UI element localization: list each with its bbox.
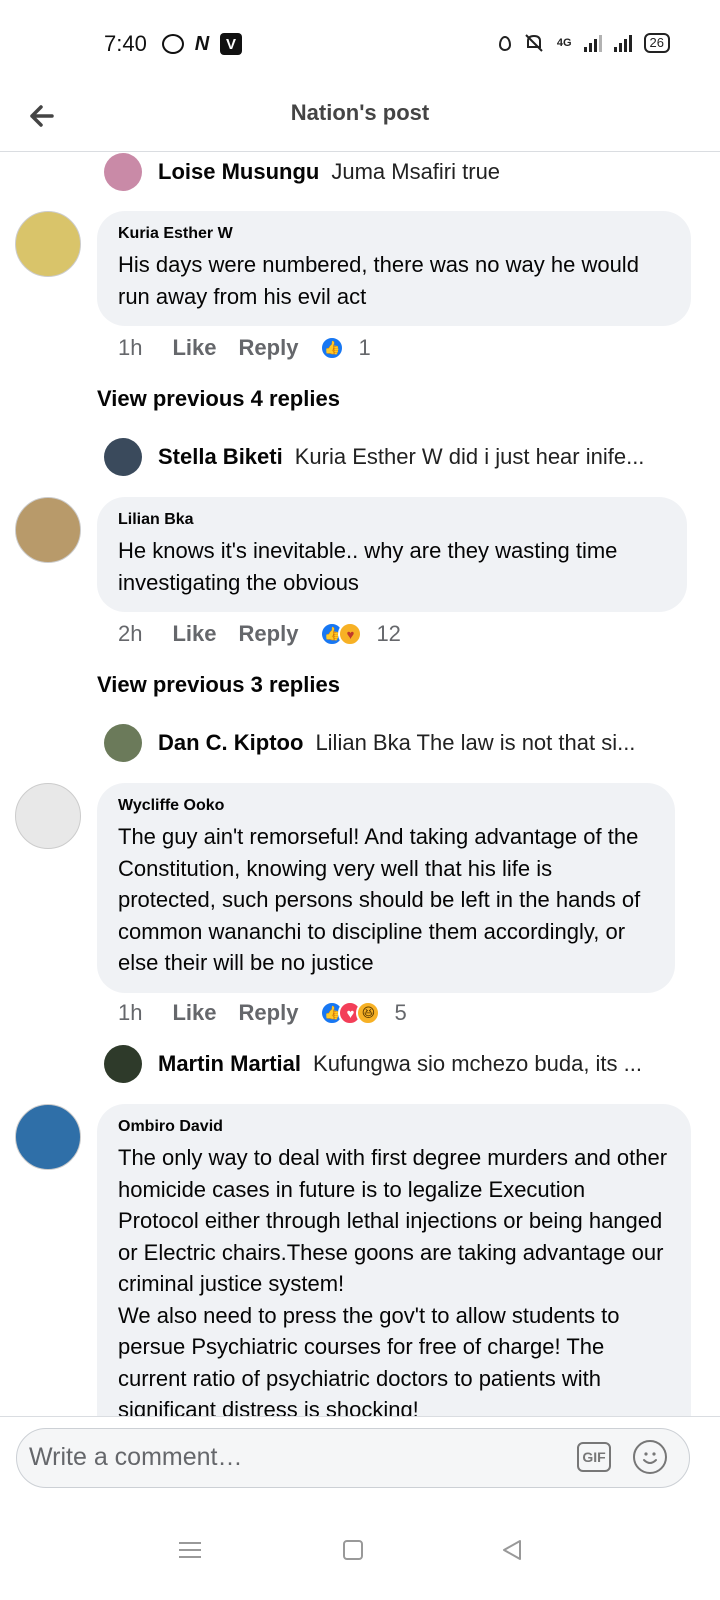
comment-actions: 1h Like Reply 👍 ♥ 😆 5 bbox=[118, 1000, 407, 1026]
comment-text: The guy ain't remorseful! And taking adv… bbox=[118, 824, 641, 975]
reply-text: Juma Msafiri true bbox=[331, 159, 501, 184]
reply-button[interactable]: Reply bbox=[239, 621, 299, 647]
comment-composer: GIF bbox=[0, 1416, 720, 1506]
reply-author[interactable]: Martin Martial bbox=[158, 1051, 301, 1077]
avatar[interactable] bbox=[15, 783, 81, 849]
reply-preview[interactable]: Martin Martial Kufungwa sio mchezo buda,… bbox=[104, 1045, 642, 1083]
reply-button[interactable]: Reply bbox=[239, 1000, 299, 1026]
menu-icon bbox=[179, 1542, 201, 1558]
like-button[interactable]: Like bbox=[172, 1000, 216, 1026]
avatar[interactable] bbox=[104, 438, 142, 476]
comment-author[interactable]: Lilian Bka bbox=[118, 511, 667, 529]
reply-text: Lilian Bka The law is not that si... bbox=[315, 730, 636, 755]
page-title: Nation's post bbox=[290, 100, 430, 125]
status-time: 7:40 bbox=[104, 31, 147, 56]
reply-text: Kuria Esther W did i just hear inife... bbox=[294, 444, 645, 469]
care-reaction-icon: ♥ bbox=[338, 622, 363, 646]
comment-bubble[interactable]: Wycliffe Ooko The guy ain't remorseful! … bbox=[97, 783, 675, 993]
triangle-back-icon bbox=[503, 1540, 521, 1560]
comment-time[interactable]: 2h bbox=[118, 621, 142, 647]
comment-text: His days were numbered, there was no way… bbox=[118, 252, 639, 309]
data-saver-icon bbox=[498, 35, 511, 51]
nav-back-button[interactable] bbox=[490, 1528, 534, 1572]
gif-label: GIF bbox=[582, 1449, 606, 1465]
smile-icon bbox=[643, 1452, 657, 1464]
reply-author[interactable]: Stella Biketi bbox=[158, 444, 283, 470]
notification-n-icon: N bbox=[194, 32, 210, 55]
avatar[interactable] bbox=[15, 497, 81, 563]
reply-preview[interactable]: Dan C. Kiptoo Lilian Bka The law is not … bbox=[104, 724, 635, 762]
avatar[interactable] bbox=[104, 724, 142, 762]
home-button[interactable] bbox=[331, 1528, 375, 1572]
avatar[interactable] bbox=[104, 1045, 142, 1083]
comment-time[interactable]: 1h bbox=[118, 1000, 142, 1026]
like-button[interactable]: Like bbox=[172, 621, 216, 647]
square-icon bbox=[343, 1540, 363, 1560]
comment-actions: 2h Like Reply 👍 ♥ 12 bbox=[118, 621, 401, 647]
view-previous-replies[interactable]: View previous 3 replies bbox=[97, 672, 340, 698]
signal-2-icon bbox=[613, 34, 632, 52]
comment-text: He knows it's inevitable.. why are they … bbox=[118, 538, 618, 595]
reply-preview[interactable]: Loise Musungu Juma Msafiri true bbox=[104, 153, 500, 191]
battery-level: 26 bbox=[649, 35, 664, 50]
notification-v-icon: V bbox=[220, 33, 242, 55]
status-icons: 4G 26 bbox=[498, 33, 670, 53]
reply-button[interactable]: Reply bbox=[239, 335, 299, 361]
signal-icon bbox=[583, 34, 602, 52]
whatsapp-icon bbox=[162, 34, 184, 54]
reaction-count[interactable]: 5 bbox=[394, 1000, 406, 1026]
comment-actions: 1h Like Reply 👍 1 bbox=[118, 335, 371, 361]
reply-text: Kufungwa sio mchezo buda, its ... bbox=[313, 1051, 642, 1076]
comments-feed[interactable]: Loise Musungu Juma Msafiri true Kuria Es… bbox=[0, 153, 720, 1446]
reactions[interactable]: 👍 bbox=[320, 336, 345, 360]
header: Nation's post bbox=[0, 80, 720, 152]
reactions[interactable]: 👍 ♥ 😆 bbox=[320, 1001, 381, 1025]
system-nav-bar bbox=[0, 1506, 720, 1600]
view-previous-replies[interactable]: View previous 4 replies bbox=[97, 386, 340, 412]
mute-icon bbox=[525, 34, 543, 52]
comment-input[interactable] bbox=[29, 1429, 569, 1485]
comment-bubble[interactable]: Kuria Esther W His days were numbered, t… bbox=[97, 211, 691, 326]
network-type: 4G bbox=[556, 37, 572, 49]
reaction-count[interactable]: 1 bbox=[358, 335, 370, 361]
gif-icon[interactable]: GIF bbox=[577, 1442, 611, 1472]
comment-author[interactable]: Wycliffe Ooko bbox=[118, 797, 655, 815]
like-button[interactable]: Like bbox=[172, 335, 216, 361]
comment-bubble[interactable]: Lilian Bka He knows it's inevitable.. wh… bbox=[97, 497, 687, 612]
avatar[interactable] bbox=[15, 211, 81, 277]
like-reaction-icon: 👍 bbox=[320, 336, 345, 360]
emoji-icon[interactable] bbox=[633, 1440, 667, 1474]
avatar[interactable] bbox=[15, 1104, 81, 1170]
reaction-count[interactable]: 12 bbox=[376, 621, 400, 647]
comment-bubble[interactable]: Ombiro David The only way to deal with f… bbox=[97, 1104, 691, 1446]
reply-author[interactable]: Loise Musungu bbox=[158, 159, 319, 185]
reactions[interactable]: 👍 ♥ bbox=[320, 622, 363, 646]
battery-icon: 26 bbox=[643, 33, 670, 53]
reply-author[interactable]: Dan C. Kiptoo bbox=[158, 730, 303, 756]
comment-text: The only way to deal with first degree m… bbox=[118, 1145, 668, 1422]
avatar[interactable] bbox=[104, 153, 142, 191]
haha-reaction-icon: 😆 bbox=[356, 1001, 381, 1025]
comment-author[interactable]: Kuria Esther W bbox=[118, 225, 671, 243]
recents-button[interactable] bbox=[168, 1528, 212, 1572]
comment-author[interactable]: Ombiro David bbox=[118, 1118, 671, 1136]
comment-time[interactable]: 1h bbox=[118, 335, 142, 361]
status-bar: 7:40 N V 4G 26 bbox=[0, 0, 720, 80]
comment-input-box[interactable]: GIF bbox=[16, 1428, 690, 1488]
reply-preview[interactable]: Stella Biketi Kuria Esther W did i just … bbox=[104, 438, 644, 476]
